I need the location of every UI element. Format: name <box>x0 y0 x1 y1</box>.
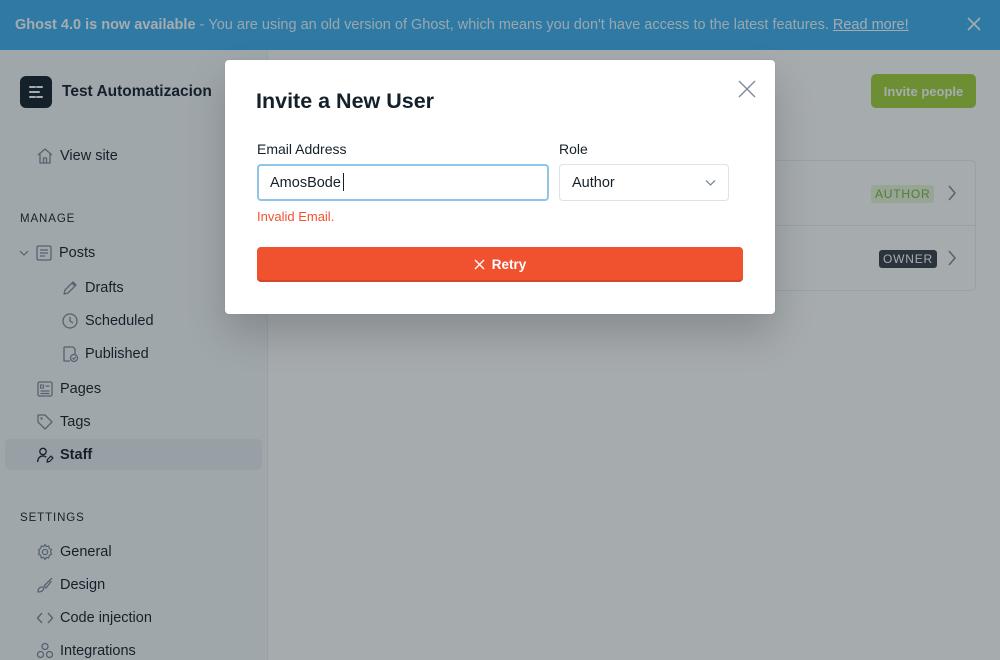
email-field[interactable] <box>257 164 549 201</box>
close-icon[interactable] <box>737 79 757 99</box>
modal-title: Invite a New User <box>256 89 435 113</box>
close-icon <box>474 259 485 270</box>
role-select[interactable]: Author <box>559 164 729 201</box>
retry-button-label: Retry <box>491 257 527 272</box>
chevron-down-icon <box>705 175 716 191</box>
role-select-value: Author <box>572 174 615 191</box>
email-error-message: Invalid Email. <box>257 209 335 224</box>
text-caret <box>343 173 344 191</box>
retry-button[interactable]: Retry <box>257 247 743 282</box>
role-label: Role <box>559 141 588 157</box>
invite-user-modal: Invite a New User Email Address Role Aut… <box>225 60 775 314</box>
email-label: Email Address <box>257 141 347 157</box>
